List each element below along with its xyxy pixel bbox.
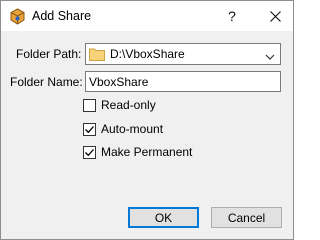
read-only-option[interactable]: Read-only <box>83 97 156 113</box>
make-permanent-label: Make Permanent <box>101 145 193 159</box>
auto-mount-checkbox[interactable] <box>83 122 96 136</box>
make-permanent-checkbox[interactable] <box>83 145 96 159</box>
title-bar[interactable]: Add Share ? <box>1 1 293 31</box>
checkmark-icon <box>85 125 94 133</box>
folder-path-combobox[interactable]: D:\VboxShare <box>85 43 281 65</box>
close-button[interactable] <box>259 1 291 31</box>
help-button[interactable]: ? <box>216 1 248 31</box>
cancel-button[interactable]: Cancel <box>211 207 282 228</box>
folder-icon <box>89 47 105 61</box>
auto-mount-label: Auto-mount <box>101 122 164 136</box>
make-permanent-option[interactable]: Make Permanent <box>83 144 192 160</box>
read-only-label: Read-only <box>101 98 156 112</box>
folder-path-value: D:\VboxShare <box>110 47 185 61</box>
folder-name-label: Folder Name: <box>10 75 83 89</box>
window-title: Add Share <box>32 9 92 23</box>
add-share-dialog: Add Share ? Folder Path: D:\VboxShare Fo… <box>0 0 294 240</box>
chevron-down-icon[interactable] <box>265 50 275 60</box>
close-icon <box>269 10 281 22</box>
folder-path-label: Folder Path: <box>16 47 82 61</box>
auto-mount-option[interactable]: Auto-mount <box>83 121 163 137</box>
ok-button[interactable]: OK <box>128 207 199 228</box>
read-only-checkbox[interactable] <box>83 98 96 112</box>
virtualbox-app-icon <box>9 8 26 25</box>
checkmark-icon <box>85 148 94 156</box>
help-icon: ? <box>228 8 236 24</box>
folder-name-input[interactable] <box>85 71 281 92</box>
